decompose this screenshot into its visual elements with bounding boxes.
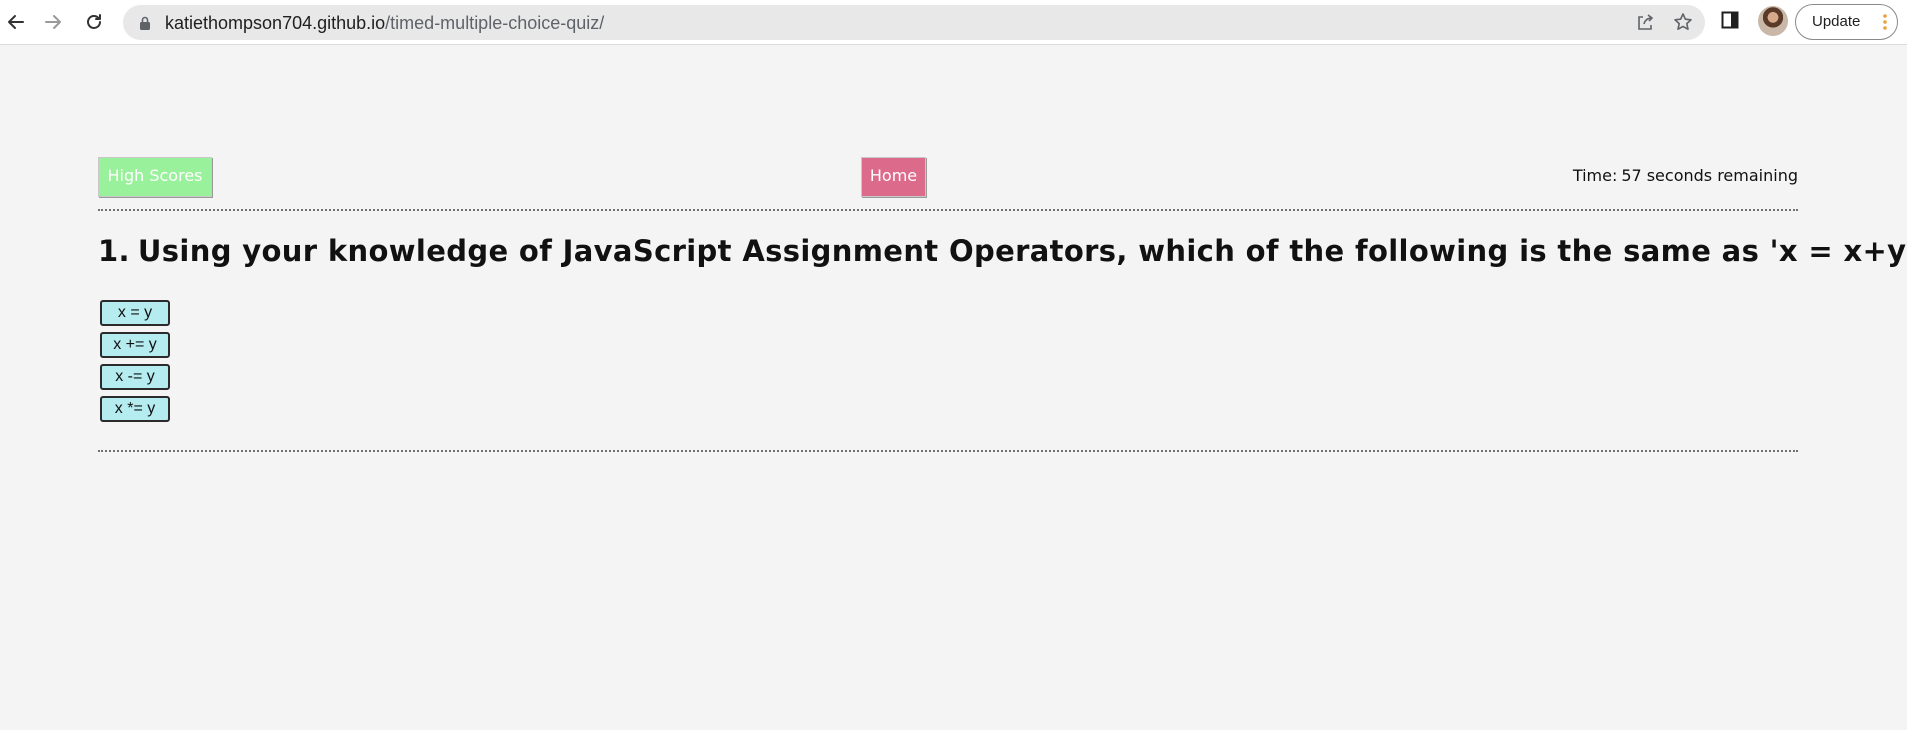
update-button[interactable]: Update <box>1795 4 1898 40</box>
kebab-menu-icon <box>1882 13 1888 35</box>
answer-button[interactable]: x += y <box>100 332 170 358</box>
timer-label: Time: <box>1572 166 1618 185</box>
reload-button[interactable] <box>78 6 110 38</box>
back-arrow-icon <box>6 12 26 32</box>
timer-seconds: 57 <box>1621 166 1642 185</box>
answer-button[interactable]: x = y <box>100 300 170 326</box>
profile-avatar[interactable] <box>1758 6 1788 36</box>
url-host: katiethompson704.github.io <box>165 13 386 33</box>
home-button[interactable]: Home <box>861 157 926 197</box>
high-scores-button[interactable]: High Scores <box>98 157 212 197</box>
address-bar[interactable]: katiethompson704.github.io/timed-multipl… <box>123 5 1705 40</box>
browser-toolbar: katiethompson704.github.io/timed-multipl… <box>0 0 1907 45</box>
url-text[interactable]: katiethompson704.github.io/timed-multipl… <box>165 13 604 33</box>
question-heading: 1. Using your knowledge of JavaScript Ass… <box>98 234 1907 268</box>
question-text: Using your knowledge of JavaScript Assig… <box>137 234 1907 268</box>
forward-button[interactable] <box>37 6 69 38</box>
answer-button[interactable]: x *= y <box>100 396 170 422</box>
answer-button[interactable]: x -= y <box>100 364 170 390</box>
divider-top <box>98 209 1798 211</box>
answer-list: x = y x += y x -= y x *= y <box>100 300 170 428</box>
timer: Time: 57 seconds remaining <box>1573 166 1798 185</box>
side-panel-icon[interactable] <box>1720 10 1740 34</box>
url-path: /timed-multiple-choice-quiz/ <box>385 13 605 33</box>
forward-arrow-icon <box>43 12 63 32</box>
timer-suffix: seconds remaining <box>1646 166 1798 185</box>
back-button[interactable] <box>0 6 32 38</box>
update-label: Update <box>1812 13 1861 30</box>
lock-icon[interactable] <box>139 15 151 34</box>
divider-bottom <box>98 450 1798 452</box>
quiz-page: High Scores Home Time: 57 seconds remainin… <box>0 45 1907 730</box>
star-icon[interactable] <box>1673 12 1693 36</box>
question-number: 1. <box>98 234 130 268</box>
reload-icon <box>84 12 104 32</box>
share-icon[interactable] <box>1635 13 1655 37</box>
